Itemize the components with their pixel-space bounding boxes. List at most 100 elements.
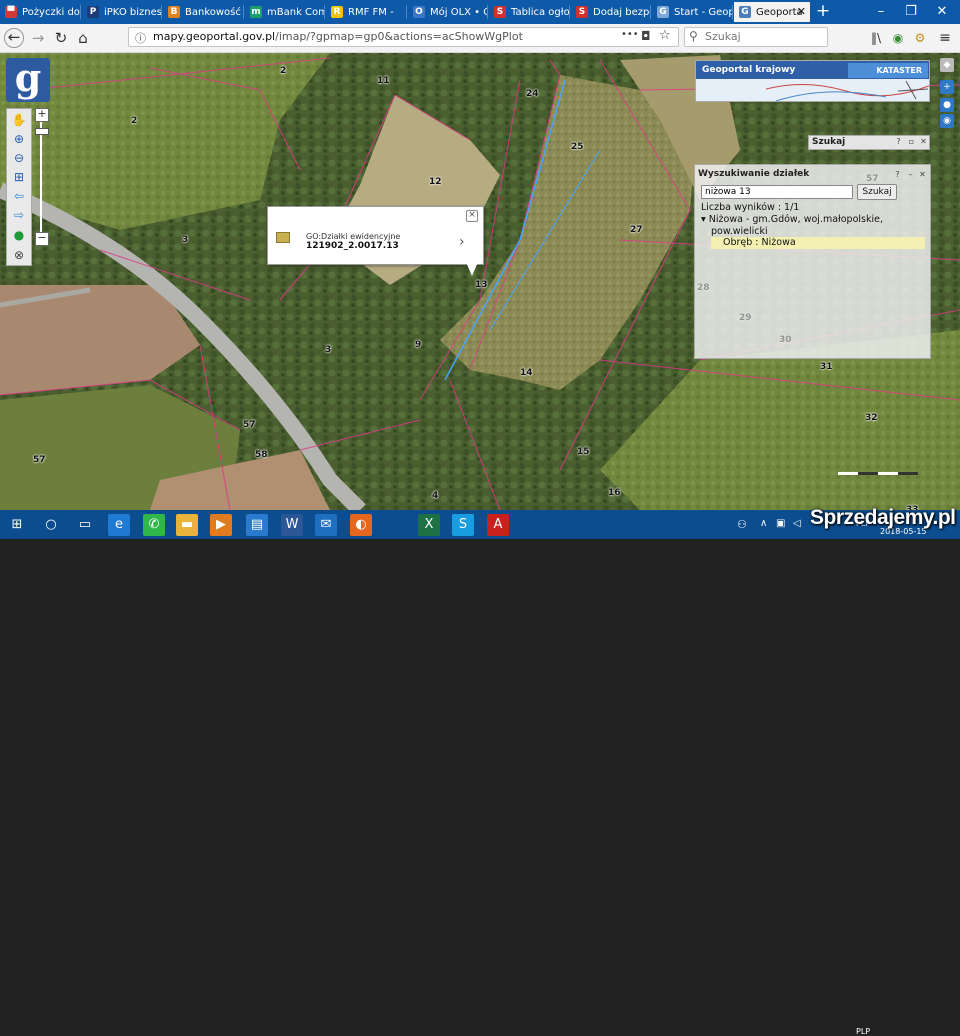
tray-chevron-icon[interactable]: ∧ [760, 518, 767, 529]
tab-label: iPKO biznes [104, 6, 161, 18]
mail-icon[interactable]: ✉ [315, 514, 337, 536]
plus-icon[interactable]: + [940, 80, 954, 94]
parcel-number-label: 4 [432, 491, 439, 501]
zoom-out-button[interactable]: − [35, 232, 49, 246]
scale-bar [838, 472, 918, 475]
close-tab-icon[interactable]: ✕ [797, 5, 806, 18]
szukaj-button[interactable]: Szukaj [857, 184, 897, 200]
home-button[interactable]: ⌂ [73, 28, 93, 48]
previous-view-icon[interactable]: ⇦ [10, 188, 28, 204]
geoportal-banner[interactable]: Geoportal krajowy KATASTER [695, 60, 930, 102]
popup-parcel-id[interactable]: 121902_2.0017.13 [306, 241, 399, 251]
tab-8[interactable]: G Start - Geop [652, 2, 732, 22]
tab-1[interactable]: PiPKO biznes [82, 2, 161, 22]
minimize-button[interactable]: – [867, 2, 895, 22]
extension-icon[interactable]: ◉ [888, 28, 908, 48]
next-view-icon[interactable]: ⇨ [10, 207, 28, 223]
task-view-icon[interactable]: ▭ [74, 514, 96, 536]
obreb-row[interactable]: Obręb : Niżowa [711, 237, 925, 249]
back-button[interactable]: ← [4, 28, 24, 48]
media-icon[interactable]: ▶ [210, 514, 232, 536]
help-icon[interactable]: ? [893, 170, 902, 179]
geoportal-logo[interactable]: g [6, 58, 50, 102]
tab-2[interactable]: B Bankowość i [163, 2, 243, 22]
maximize-icon[interactable]: ▫ [907, 137, 916, 146]
parcel-search-input[interactable] [701, 185, 853, 199]
library-icon[interactable]: ‖\ [866, 28, 886, 48]
network-icon[interactable]: ▣ [776, 518, 785, 529]
zoom-in-button[interactable]: + [35, 108, 49, 122]
parcel-number-label: 32 [865, 413, 878, 423]
parcel-number-label: 14 [520, 368, 533, 378]
people-icon[interactable]: ⚇ [737, 518, 747, 531]
volume-icon[interactable]: ◁ [793, 518, 801, 529]
zoom-slider-handle[interactable] [35, 128, 49, 135]
pan-hand-icon[interactable]: ✋ [10, 112, 28, 128]
obreb-label: Obręb : Niżowa [723, 237, 796, 248]
zoom-slider[interactable]: + − [35, 108, 49, 248]
parcel-number-label: 57 [866, 174, 879, 184]
zoom-box-icon[interactable]: ⊞ [10, 169, 28, 185]
tab-3[interactable]: m mBank Comp [245, 2, 324, 22]
close-icon[interactable]: ✕ [918, 170, 927, 179]
firefox-icon[interactable]: ◐ [350, 514, 372, 536]
help-icon[interactable]: ? [894, 137, 903, 146]
word-icon[interactable]: W [281, 514, 303, 536]
tab-label: Dodaj bezpł [593, 6, 650, 18]
tab-9[interactable]: G Geoporta ✕ [734, 2, 810, 22]
zoom-in-tool-icon[interactable]: ⊕ [10, 131, 28, 147]
search-bar[interactable]: ⚲ [684, 27, 828, 47]
info-tool-icon[interactable]: ● [10, 227, 28, 243]
file-explorer-icon[interactable]: ▬ [176, 514, 198, 536]
settings-wheel-icon[interactable]: ⊗ [10, 247, 28, 263]
kataster-label[interactable]: KATASTER [848, 63, 928, 78]
home-icon: ⌂ [78, 29, 88, 47]
tab-5[interactable]: O Mój OLX • Ol [408, 2, 487, 22]
bookmark-star-icon[interactable]: ☆ [659, 28, 671, 43]
tab-7[interactable]: S Dodaj bezpł [571, 2, 650, 22]
page-actions-button[interactable]: ••• [621, 29, 639, 40]
store-icon[interactable]: ▤ [246, 514, 268, 536]
parcel-search-title: Wyszukiwanie działek [698, 169, 810, 179]
pko-icon: P [87, 6, 99, 18]
popup-close-button[interactable]: × [466, 210, 478, 222]
zoom-out-tool-icon[interactable]: ⊖ [10, 150, 28, 166]
chevron-right-icon[interactable]: › [459, 234, 465, 250]
acrobat-icon[interactable]: A [487, 514, 509, 536]
visibility-icon[interactable]: ◉ [940, 114, 954, 128]
close-icon[interactable]: ✕ [919, 137, 928, 146]
reload-button[interactable]: ↻ [51, 28, 71, 48]
edge-icon[interactable]: e [108, 514, 130, 536]
banner-title: Geoportal krajowy [702, 65, 796, 75]
tab-6[interactable]: S Tablica ogło [489, 2, 569, 22]
minimize-icon[interactable]: – [906, 170, 915, 179]
windows-start-icon[interactable]: ⊞ [6, 514, 28, 536]
result-item[interactable]: ▾ Niżowa - gm.Gdów, woj.małopolskie, [701, 214, 883, 225]
pocket-icon[interactable]: ◘ [641, 29, 651, 43]
excel-icon[interactable]: X [418, 514, 440, 536]
geoportal-icon: G [739, 6, 751, 18]
parcel-number-label: 2 [131, 116, 138, 126]
expand-triangle-icon[interactable]: ▾ [701, 214, 709, 225]
tab-4[interactable]: R RMF FM - [326, 2, 406, 22]
url-bar[interactable]: ⓘ mapy.geoportal.gov.pl/imap/?gpmap=gp0&… [128, 27, 679, 47]
parcel-number-label: 16 [608, 488, 621, 498]
parcel-number-label: 24 [526, 89, 539, 99]
search-icon[interactable]: ○ [40, 514, 62, 536]
maximize-button[interactable]: ❐ [897, 2, 925, 22]
eye-icon[interactable]: ● [940, 98, 954, 112]
info-icon[interactable]: ⓘ [135, 30, 146, 46]
new-tab-button[interactable]: + [813, 2, 833, 22]
menu-icon[interactable]: ≡ [935, 28, 955, 48]
whatsapp-icon[interactable]: ✆ [143, 514, 165, 536]
parcel-number-label: 57 [33, 455, 46, 465]
forward-button[interactable]: → [28, 28, 48, 48]
skype-icon[interactable]: S [452, 514, 474, 536]
addon-icon[interactable]: ⚙ [910, 28, 930, 48]
tab-0[interactable]: ▀ Pożyczki do u [0, 2, 80, 22]
close-window-button[interactable]: ✕ [928, 2, 956, 22]
polish-flag-icon: ▀ [5, 6, 17, 18]
language-indicator[interactable]: PLP [856, 1027, 870, 1036]
search-input[interactable] [705, 29, 823, 44]
layers-icon[interactable]: ◆ [940, 58, 954, 72]
